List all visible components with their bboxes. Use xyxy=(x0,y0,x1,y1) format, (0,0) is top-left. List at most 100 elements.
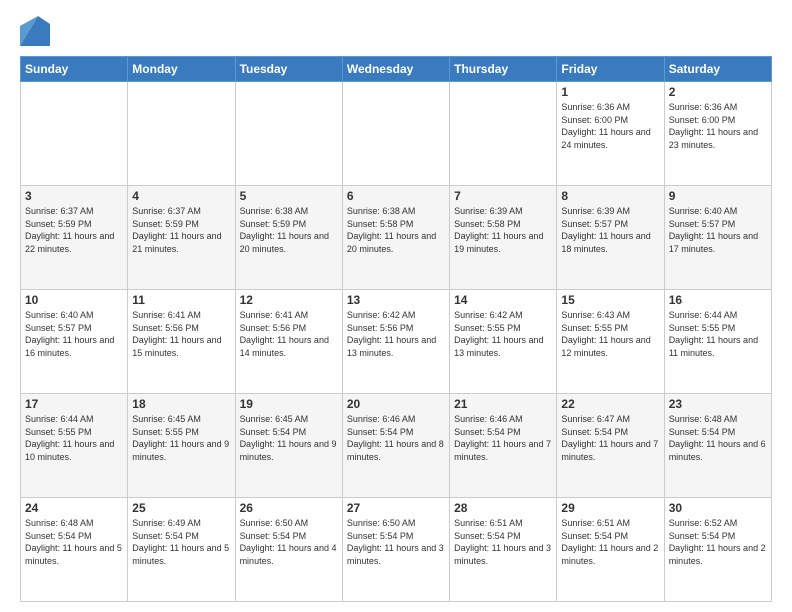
calendar-cell xyxy=(342,82,449,186)
day-content: Sunrise: 6:47 AM Sunset: 5:54 PM Dayligh… xyxy=(561,413,659,463)
calendar-cell: 26 Sunrise: 6:50 AM Sunset: 5:54 PM Dayli… xyxy=(235,498,342,602)
day-content: Sunrise: 6:39 AM Sunset: 5:58 PM Dayligh… xyxy=(454,205,552,255)
day-number: 20 xyxy=(347,397,445,411)
day-content: Sunrise: 6:40 AM Sunset: 5:57 PM Dayligh… xyxy=(25,309,123,359)
day-content: Sunrise: 6:46 AM Sunset: 5:54 PM Dayligh… xyxy=(454,413,552,463)
calendar-cell: 1 Sunrise: 6:36 AM Sunset: 6:00 PM Daylig… xyxy=(557,82,664,186)
calendar-cell: 17 Sunrise: 6:44 AM Sunset: 5:55 PM Dayli… xyxy=(21,394,128,498)
calendar-cell: 5 Sunrise: 6:38 AM Sunset: 5:59 PM Daylig… xyxy=(235,186,342,290)
day-number: 17 xyxy=(25,397,123,411)
calendar-cell: 29 Sunrise: 6:51 AM Sunset: 5:54 PM Dayli… xyxy=(557,498,664,602)
calendar-cell: 16 Sunrise: 6:44 AM Sunset: 5:55 PM Dayli… xyxy=(664,290,771,394)
calendar-cell: 3 Sunrise: 6:37 AM Sunset: 5:59 PM Daylig… xyxy=(21,186,128,290)
calendar-cell: 10 Sunrise: 6:40 AM Sunset: 5:57 PM Dayli… xyxy=(21,290,128,394)
day-number: 16 xyxy=(669,293,767,307)
day-content: Sunrise: 6:38 AM Sunset: 5:59 PM Dayligh… xyxy=(240,205,338,255)
calendar-cell: 19 Sunrise: 6:45 AM Sunset: 5:54 PM Dayli… xyxy=(235,394,342,498)
day-content: Sunrise: 6:52 AM Sunset: 5:54 PM Dayligh… xyxy=(669,517,767,567)
day-number: 29 xyxy=(561,501,659,515)
day-number: 5 xyxy=(240,189,338,203)
calendar-cell: 9Sunrise: 6:40 AM Sunset: 5:57 PM Daylig… xyxy=(664,186,771,290)
day-number: 21 xyxy=(454,397,552,411)
calendar-cell: 20 Sunrise: 6:46 AM Sunset: 5:54 PM Dayli… xyxy=(342,394,449,498)
calendar-cell: 23Sunrise: 6:48 AM Sunset: 5:54 PM Dayli… xyxy=(664,394,771,498)
week-row-4: 24 Sunrise: 6:48 AM Sunset: 5:54 PM Dayli… xyxy=(21,498,772,602)
calendar-cell: 15 Sunrise: 6:43 AM Sunset: 5:55 PM Dayli… xyxy=(557,290,664,394)
col-monday: Monday xyxy=(128,57,235,82)
day-number: 22 xyxy=(561,397,659,411)
week-row-0: 1 Sunrise: 6:36 AM Sunset: 6:00 PM Daylig… xyxy=(21,82,772,186)
day-content: Sunrise: 6:46 AM Sunset: 5:54 PM Dayligh… xyxy=(347,413,445,463)
calendar-cell: 27Sunrise: 6:50 AM Sunset: 5:54 PM Dayli… xyxy=(342,498,449,602)
day-content: Sunrise: 6:45 AM Sunset: 5:54 PM Dayligh… xyxy=(240,413,338,463)
calendar-cell: 7 Sunrise: 6:39 AM Sunset: 5:58 PM Daylig… xyxy=(450,186,557,290)
day-content: Sunrise: 6:41 AM Sunset: 5:56 PM Dayligh… xyxy=(240,309,338,359)
day-number: 14 xyxy=(454,293,552,307)
day-content: Sunrise: 6:45 AM Sunset: 5:55 PM Dayligh… xyxy=(132,413,230,463)
day-content: Sunrise: 6:36 AM Sunset: 6:00 PM Dayligh… xyxy=(561,101,659,151)
day-content: Sunrise: 6:48 AM Sunset: 5:54 PM Dayligh… xyxy=(25,517,123,567)
day-content: Sunrise: 6:50 AM Sunset: 5:54 PM Dayligh… xyxy=(240,517,338,567)
day-number: 3 xyxy=(25,189,123,203)
calendar-cell: 13 Sunrise: 6:42 AM Sunset: 5:56 PM Dayli… xyxy=(342,290,449,394)
calendar-header: Sunday Monday Tuesday Wednesday Thursday… xyxy=(21,57,772,82)
day-number: 8 xyxy=(561,189,659,203)
day-content: Sunrise: 6:40 AM Sunset: 5:57 PM Dayligh… xyxy=(669,205,767,255)
day-number: 2 xyxy=(669,85,767,99)
day-number: 1 xyxy=(561,85,659,99)
day-content: Sunrise: 6:42 AM Sunset: 5:55 PM Dayligh… xyxy=(454,309,552,359)
day-number: 13 xyxy=(347,293,445,307)
day-number: 4 xyxy=(132,189,230,203)
day-number: 25 xyxy=(132,501,230,515)
day-number: 11 xyxy=(132,293,230,307)
day-number: 10 xyxy=(25,293,123,307)
logo-icon xyxy=(20,16,50,46)
day-number: 7 xyxy=(454,189,552,203)
header xyxy=(20,16,772,46)
week-row-3: 17 Sunrise: 6:44 AM Sunset: 5:55 PM Dayli… xyxy=(21,394,772,498)
calendar-body: 1 Sunrise: 6:36 AM Sunset: 6:00 PM Daylig… xyxy=(21,82,772,602)
day-number: 18 xyxy=(132,397,230,411)
day-content: Sunrise: 6:36 AM Sunset: 6:00 PM Dayligh… xyxy=(669,101,767,151)
day-content: Sunrise: 6:43 AM Sunset: 5:55 PM Dayligh… xyxy=(561,309,659,359)
calendar-cell: 21 Sunrise: 6:46 AM Sunset: 5:54 PM Dayli… xyxy=(450,394,557,498)
calendar-cell xyxy=(128,82,235,186)
day-content: Sunrise: 6:37 AM Sunset: 5:59 PM Dayligh… xyxy=(25,205,123,255)
day-content: Sunrise: 6:42 AM Sunset: 5:56 PM Dayligh… xyxy=(347,309,445,359)
col-thursday: Thursday xyxy=(450,57,557,82)
calendar-cell: 22 Sunrise: 6:47 AM Sunset: 5:54 PM Dayli… xyxy=(557,394,664,498)
calendar-cell: 14 Sunrise: 6:42 AM Sunset: 5:55 PM Dayli… xyxy=(450,290,557,394)
day-content: Sunrise: 6:44 AM Sunset: 5:55 PM Dayligh… xyxy=(669,309,767,359)
day-number: 15 xyxy=(561,293,659,307)
calendar-cell: 11 Sunrise: 6:41 AM Sunset: 5:56 PM Dayli… xyxy=(128,290,235,394)
day-number: 27 xyxy=(347,501,445,515)
calendar-cell: 4Sunrise: 6:37 AM Sunset: 5:59 PM Daylig… xyxy=(128,186,235,290)
col-friday: Friday xyxy=(557,57,664,82)
day-content: Sunrise: 6:39 AM Sunset: 5:57 PM Dayligh… xyxy=(561,205,659,255)
col-sunday: Sunday xyxy=(21,57,128,82)
day-number: 26 xyxy=(240,501,338,515)
calendar-table: Sunday Monday Tuesday Wednesday Thursday… xyxy=(20,56,772,602)
week-row-2: 10 Sunrise: 6:40 AM Sunset: 5:57 PM Dayli… xyxy=(21,290,772,394)
day-content: Sunrise: 6:44 AM Sunset: 5:55 PM Dayligh… xyxy=(25,413,123,463)
calendar-cell: 8 Sunrise: 6:39 AM Sunset: 5:57 PM Daylig… xyxy=(557,186,664,290)
day-number: 19 xyxy=(240,397,338,411)
day-number: 30 xyxy=(669,501,767,515)
week-row-1: 3 Sunrise: 6:37 AM Sunset: 5:59 PM Daylig… xyxy=(21,186,772,290)
day-content: Sunrise: 6:48 AM Sunset: 5:54 PM Dayligh… xyxy=(669,413,767,463)
col-saturday: Saturday xyxy=(664,57,771,82)
day-content: Sunrise: 6:51 AM Sunset: 5:54 PM Dayligh… xyxy=(561,517,659,567)
day-content: Sunrise: 6:51 AM Sunset: 5:54 PM Dayligh… xyxy=(454,517,552,567)
day-number: 12 xyxy=(240,293,338,307)
day-number: 24 xyxy=(25,501,123,515)
calendar-cell: 25 Sunrise: 6:49 AM Sunset: 5:54 PM Dayli… xyxy=(128,498,235,602)
calendar-cell: 12 Sunrise: 6:41 AM Sunset: 5:56 PM Dayli… xyxy=(235,290,342,394)
page: Sunday Monday Tuesday Wednesday Thursday… xyxy=(0,0,792,612)
day-content: Sunrise: 6:38 AM Sunset: 5:58 PM Dayligh… xyxy=(347,205,445,255)
calendar-cell: 2 Sunrise: 6:36 AM Sunset: 6:00 PM Daylig… xyxy=(664,82,771,186)
col-tuesday: Tuesday xyxy=(235,57,342,82)
day-content: Sunrise: 6:49 AM Sunset: 5:54 PM Dayligh… xyxy=(132,517,230,567)
calendar-cell: 24 Sunrise: 6:48 AM Sunset: 5:54 PM Dayli… xyxy=(21,498,128,602)
calendar-cell xyxy=(450,82,557,186)
day-content: Sunrise: 6:41 AM Sunset: 5:56 PM Dayligh… xyxy=(132,309,230,359)
